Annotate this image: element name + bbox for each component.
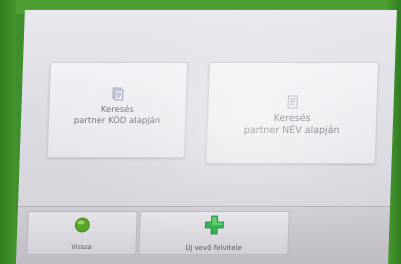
new-customer-label: Új vevő felvitele [185, 244, 242, 252]
green-circle-icon [74, 217, 90, 233]
new-customer-button[interactable]: Új vevő felvitele [138, 211, 290, 255]
back-label: Vissza [71, 243, 92, 251]
search-by-code-button[interactable]: Keresés partner KÓD alapján [46, 62, 189, 158]
bottom-action-bar: Vissza Új vevő felvitele [16, 206, 391, 264]
green-plus-icon [204, 215, 224, 235]
search-by-code-label: Keresés partner KÓD alapján [73, 105, 161, 126]
touch-screen: Keresés partner KÓD alapján Keresés partne… [16, 10, 397, 264]
back-button[interactable]: Vissza [26, 211, 138, 255]
search-by-name-label: Keresés partner NÉV alapján [243, 113, 340, 136]
name-document-icon [287, 95, 298, 109]
device-bezel-left [0, 0, 16, 264]
code-document-icon [112, 87, 124, 101]
search-by-name-button[interactable]: Keresés partner NÉV alapján [205, 62, 380, 164]
